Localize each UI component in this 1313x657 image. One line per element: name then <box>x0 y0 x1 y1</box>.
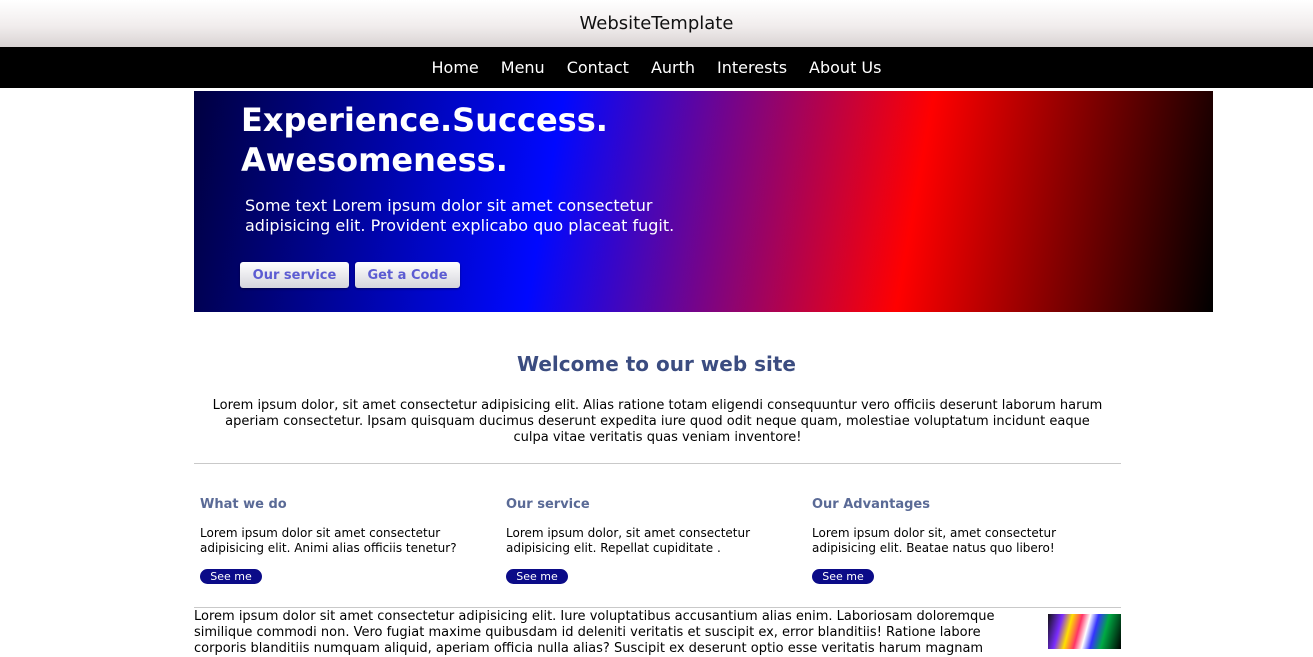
feature-heading: Our service <box>506 497 590 512</box>
see-me-button[interactable]: See me <box>812 569 874 584</box>
nav-link-home[interactable]: Home <box>432 58 479 77</box>
feature-heading: Our Advantages <box>812 497 930 512</box>
divider <box>194 607 1121 608</box>
nav-link-contact[interactable]: Contact <box>567 58 629 77</box>
get-a-code-button[interactable]: Get a Code <box>355 262 460 288</box>
feature-column-our-service: Our service Lorem ipsum dolor, sit amet … <box>506 497 796 584</box>
article-thumbnail-image <box>1048 614 1121 649</box>
divider <box>194 463 1121 464</box>
main-nav: Home Menu Contact Aurth Interests About … <box>0 47 1313 88</box>
feature-column-our-advantages: Our Advantages Lorem ipsum dolor sit, am… <box>812 497 1102 584</box>
feature-column-what-we-do: What we do Lorem ipsum dolor sit amet co… <box>200 497 490 584</box>
hero-banner: Experience.Success. Awesomeness. Some te… <box>194 91 1213 312</box>
site-title: WebsiteTemplate <box>579 13 734 34</box>
feature-text: Lorem ipsum dolor, sit amet consectetur … <box>506 526 751 555</box>
welcome-title: Welcome to our web site <box>516 352 796 376</box>
welcome-text: Lorem ipsum dolor, sit amet consectetur … <box>212 398 1103 445</box>
our-service-button[interactable]: Our service <box>240 262 349 288</box>
feature-heading: What we do <box>200 497 287 512</box>
hero-text: Some text Lorem ipsum dolor sit amet con… <box>245 196 675 235</box>
feature-text: Lorem ipsum dolor sit amet consectetur a… <box>200 526 457 555</box>
nav-link-interests[interactable]: Interests <box>717 58 787 77</box>
article-text: Lorem ipsum dolor sit amet consectetur a… <box>194 609 995 656</box>
nav-link-aurth[interactable]: Aurth <box>651 58 695 77</box>
site-header: WebsiteTemplate <box>0 0 1313 47</box>
see-me-button[interactable]: See me <box>506 569 568 584</box>
hero-title: Experience.Success. Awesomeness. <box>241 101 608 179</box>
nav-link-about-us[interactable]: About Us <box>809 58 881 77</box>
feature-text: Lorem ipsum dolor sit, amet consectetur … <box>812 526 1057 555</box>
see-me-button[interactable]: See me <box>200 569 262 584</box>
nav-link-menu[interactable]: Menu <box>501 58 545 77</box>
